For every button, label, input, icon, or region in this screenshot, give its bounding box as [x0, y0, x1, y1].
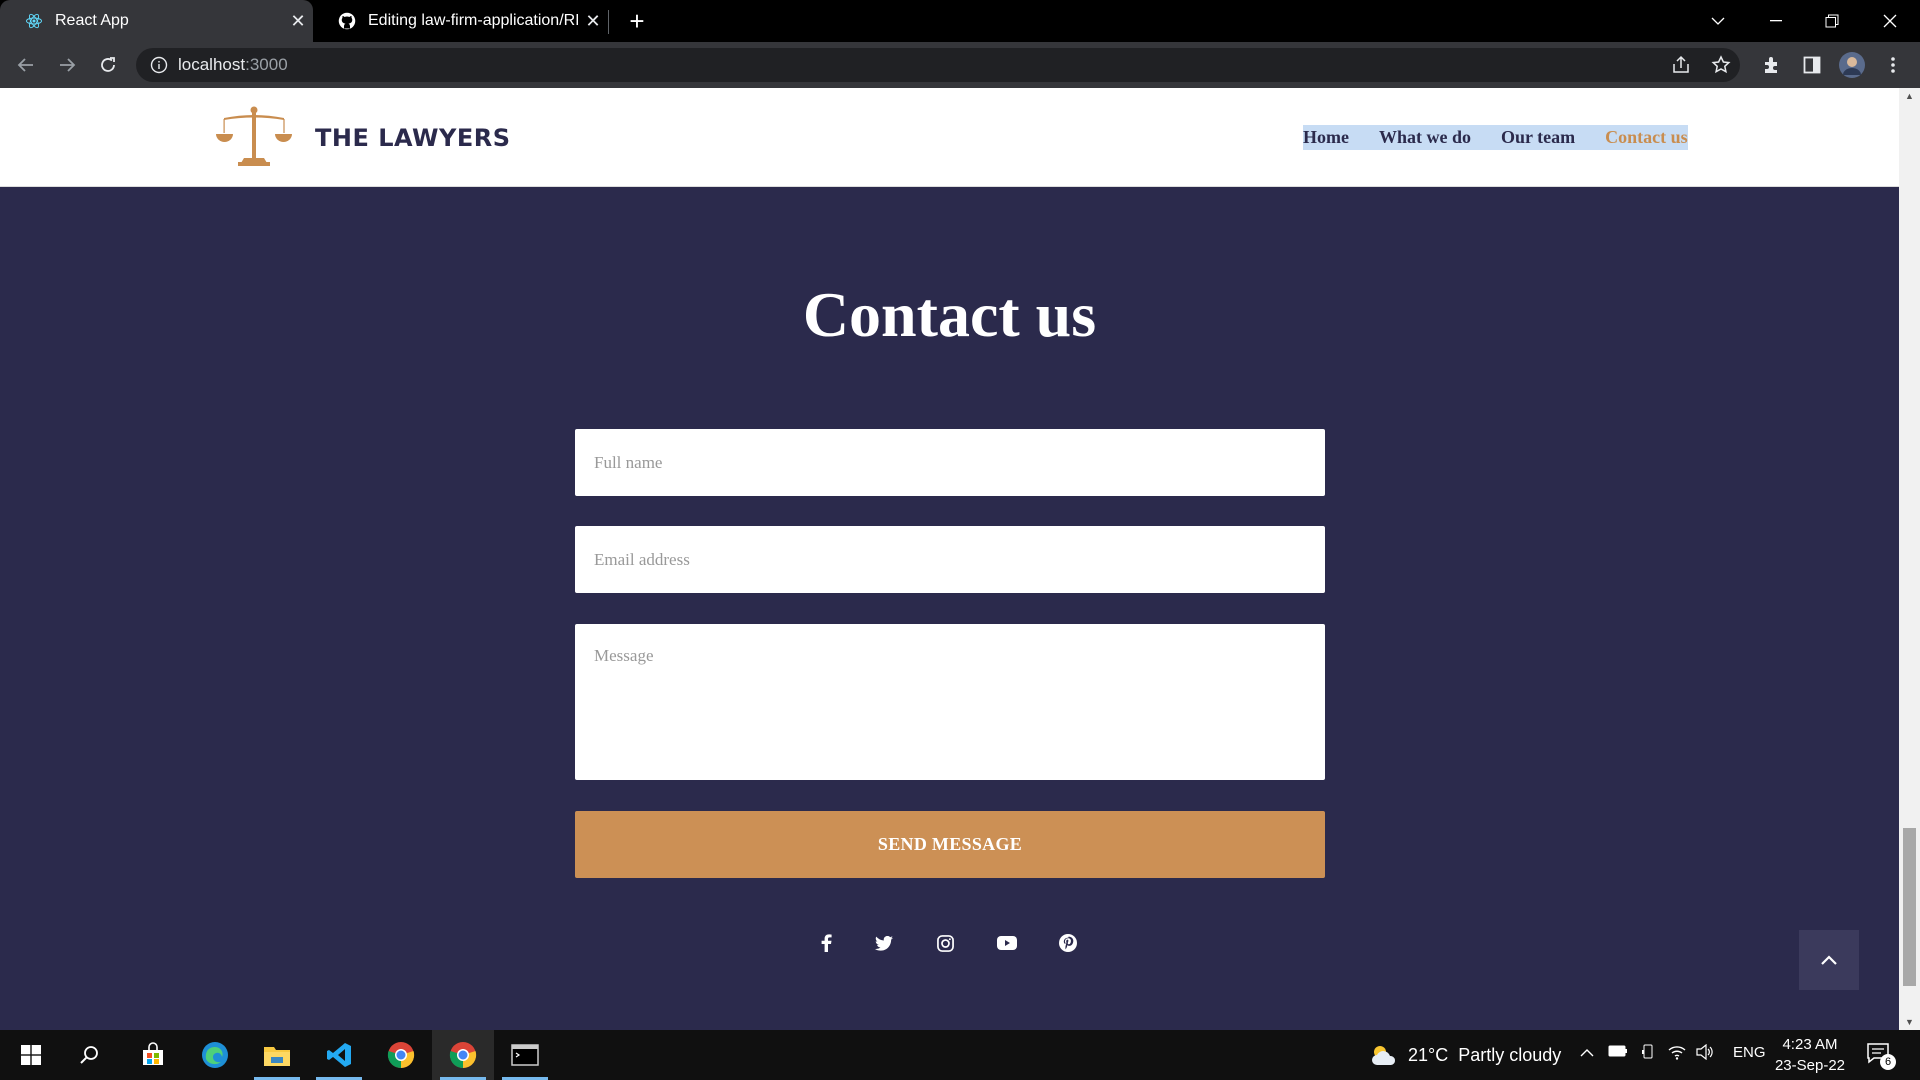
restore-icon[interactable]: [1804, 0, 1860, 42]
url-host: localhost: [178, 55, 246, 74]
extensions-icon[interactable]: [1757, 50, 1787, 80]
file-explorer-icon[interactable]: [246, 1030, 308, 1080]
system-clock[interactable]: 4:23 AM 23-Sep-22: [1770, 1034, 1850, 1076]
tab-title: Editing law-firm-application/REA: [368, 12, 578, 29]
main-nav: Home What we do Our team Contact us: [1303, 125, 1688, 150]
youtube-icon[interactable]: [996, 932, 1018, 954]
wifi-icon[interactable]: [1668, 1044, 1686, 1064]
vscode-icon[interactable]: [308, 1030, 370, 1080]
notification-center[interactable]: 6: [1866, 1042, 1896, 1070]
react-icon: [25, 12, 43, 30]
pinterest-icon[interactable]: [1057, 932, 1079, 954]
windows-taskbar: 21°C Partly cloudy ENG 4:23 AM 23-Sep-22…: [0, 1030, 1920, 1080]
instagram-icon[interactable]: [934, 932, 956, 954]
browser-tab-bar: React App ✕ Editing law-firm-application…: [0, 0, 1920, 42]
clock-time: 4:23 AM: [1782, 1036, 1838, 1053]
edge-icon[interactable]: [184, 1030, 246, 1080]
weather-description: Partly cloudy: [1458, 1044, 1562, 1065]
scroll-thumb[interactable]: [1903, 828, 1916, 986]
search-icon[interactable]: [58, 1030, 120, 1080]
forward-icon[interactable]: [51, 49, 83, 81]
window-close-icon[interactable]: [1862, 0, 1918, 42]
page-title: Contact us: [802, 279, 1097, 350]
scales-of-justice-logo[interactable]: [216, 106, 292, 166]
partly-cloudy-icon: [1372, 1046, 1396, 1065]
nav-link-contact-us[interactable]: Contact us: [1605, 127, 1688, 148]
menu-kebab-icon[interactable]: [1878, 50, 1908, 80]
reload-icon[interactable]: [92, 49, 124, 81]
windows-start-icon[interactable]: [0, 1030, 62, 1080]
device-icon[interactable]: [1641, 1044, 1655, 1064]
share-icon[interactable]: [1666, 50, 1696, 80]
minimize-icon[interactable]: [1748, 0, 1804, 42]
chevron-up-icon: [1821, 955, 1837, 965]
language-indicator[interactable]: ENG: [1733, 1044, 1766, 1061]
github-icon: [338, 12, 356, 30]
weather-widget[interactable]: 21°C Partly cloudy: [1370, 1043, 1561, 1067]
side-panel-icon[interactable]: [1797, 50, 1827, 80]
tab-separator: [608, 10, 609, 34]
chevron-up-tray-icon[interactable]: [1580, 1044, 1594, 1061]
tab-github-editing[interactable]: Editing law-firm-application/REA ✕: [313, 0, 608, 42]
nav-link-home[interactable]: Home: [1303, 127, 1349, 148]
send-message-button[interactable]: SEND MESSAGE: [575, 811, 1325, 878]
chrome-icon[interactable]: [370, 1030, 432, 1080]
nav-link-what-we-do[interactable]: What we do: [1379, 127, 1471, 148]
new-tab-icon[interactable]: +: [622, 6, 652, 36]
bookmark-star-icon[interactable]: [1706, 50, 1736, 80]
tab-react-app[interactable]: React App ✕: [0, 0, 313, 42]
scroll-down-arrow[interactable]: ▼: [1903, 1016, 1916, 1028]
email-input[interactable]: [575, 526, 1325, 593]
url-port: :3000: [245, 55, 288, 74]
page-scrollbar[interactable]: ▲ ▼: [1899, 88, 1920, 1030]
weather-temperature: 21°C: [1408, 1044, 1449, 1065]
url-text: localhost:3000: [178, 55, 288, 75]
browser-toolbar: localhost:3000: [0, 42, 1920, 88]
facebook-icon[interactable]: [815, 932, 837, 954]
nav-link-our-team[interactable]: Our team: [1501, 127, 1575, 148]
chrome-active-icon[interactable]: [432, 1030, 494, 1080]
site-header: THE LAWYERS Home What we do Our team Con…: [0, 88, 1899, 187]
microsoft-store-icon[interactable]: [122, 1030, 184, 1080]
terminal-icon[interactable]: [494, 1030, 556, 1080]
scroll-to-top-button[interactable]: [1799, 930, 1859, 990]
volume-icon[interactable]: [1696, 1043, 1714, 1064]
page-viewport: THE LAWYERS Home What we do Our team Con…: [0, 88, 1899, 1030]
close-icon[interactable]: ✕: [283, 11, 313, 32]
notification-count-badge: 6: [1880, 1054, 1896, 1070]
profile-avatar[interactable]: [1837, 50, 1867, 80]
full-name-input[interactable]: [575, 429, 1325, 496]
close-icon[interactable]: ✕: [578, 11, 608, 32]
back-icon[interactable]: [10, 49, 42, 81]
clock-date: 23-Sep-22: [1774, 1057, 1846, 1074]
address-bar[interactable]: localhost:3000: [136, 48, 1740, 82]
tab-search-icon[interactable]: [1690, 0, 1746, 42]
twitter-icon[interactable]: [873, 932, 895, 954]
brand-name[interactable]: THE LAWYERS: [315, 124, 511, 152]
message-textarea[interactable]: [575, 624, 1325, 780]
battery-icon[interactable]: [1608, 1044, 1628, 1061]
info-icon[interactable]: [150, 56, 168, 74]
scroll-up-arrow[interactable]: ▲: [1903, 90, 1916, 102]
tab-title: React App: [55, 12, 129, 29]
